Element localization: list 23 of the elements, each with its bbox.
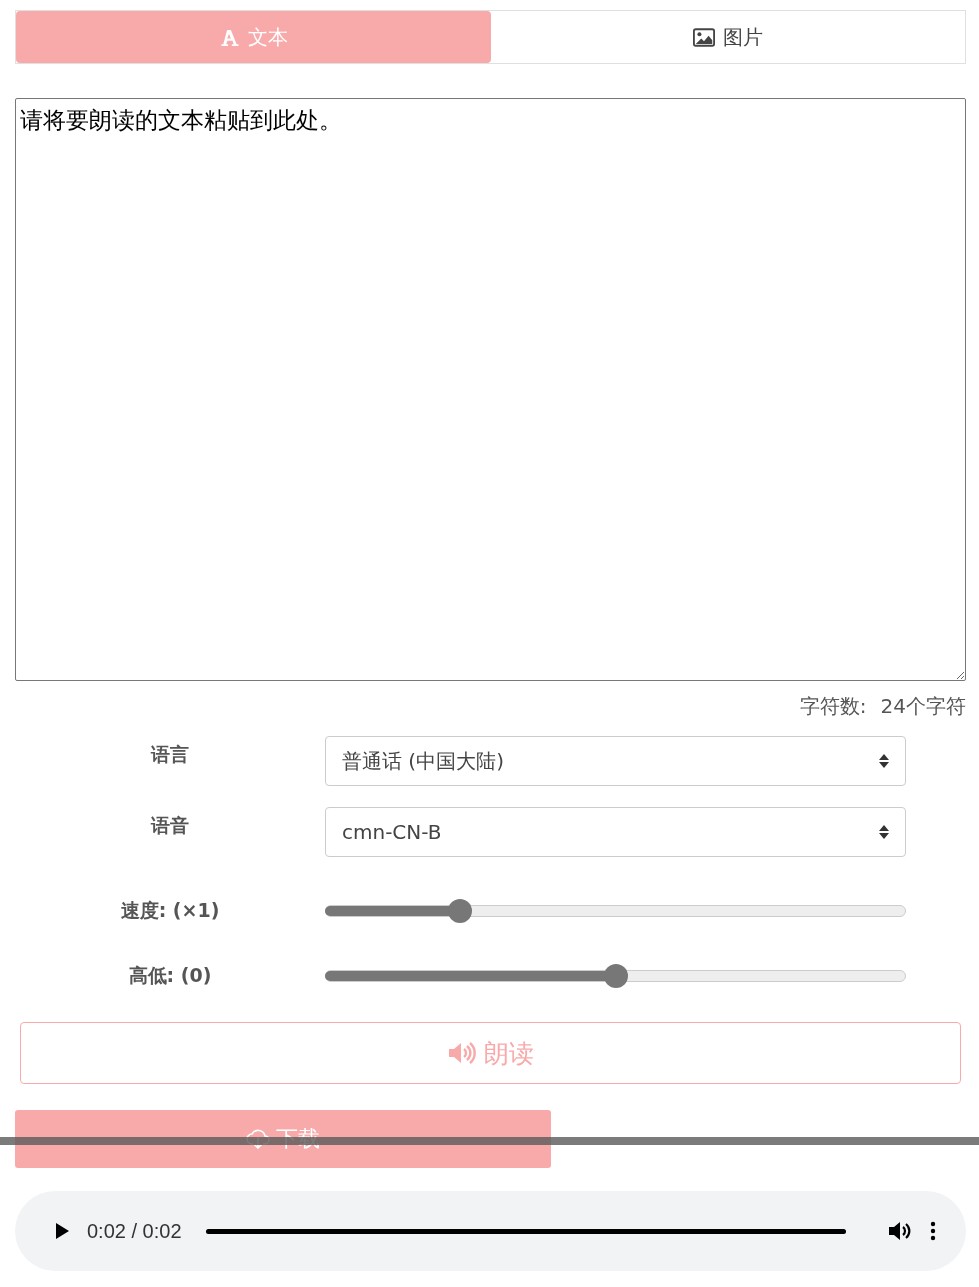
- setting-label: 高低: (0): [128, 962, 212, 988]
- slider[interactable]: [325, 963, 906, 988]
- setting-label: 语音: [151, 813, 189, 838]
- image-icon: [692, 27, 715, 47]
- speaker-icon: [447, 1042, 476, 1064]
- select-dropdown[interactable]: cmn-CN-B: [325, 807, 906, 857]
- slider[interactable]: [325, 898, 906, 923]
- font-icon: [218, 27, 241, 47]
- volume-icon: [888, 1221, 912, 1241]
- audio-progress-bar[interactable]: [205, 1228, 846, 1234]
- char-count-label: 字符数:: [799, 693, 867, 720]
- char-count-value: 24个字符: [880, 693, 966, 720]
- sort-icon: [879, 824, 889, 840]
- setting-label: 速度: (×1): [120, 897, 220, 923]
- slider-thumb[interactable]: [603, 963, 628, 988]
- setting-label: 语言: [151, 742, 189, 767]
- text-input-field[interactable]: 请将要朗读的文本粘贴到此处。: [15, 98, 966, 681]
- audio-time: 0:02 / 0:02: [87, 1219, 182, 1243]
- sort-icon: [879, 753, 889, 769]
- select-dropdown[interactable]: 普通话 (中国大陆): [325, 736, 906, 786]
- play-icon: [55, 1223, 69, 1239]
- more-options-icon: [930, 1221, 936, 1241]
- slider-thumb[interactable]: [447, 898, 472, 923]
